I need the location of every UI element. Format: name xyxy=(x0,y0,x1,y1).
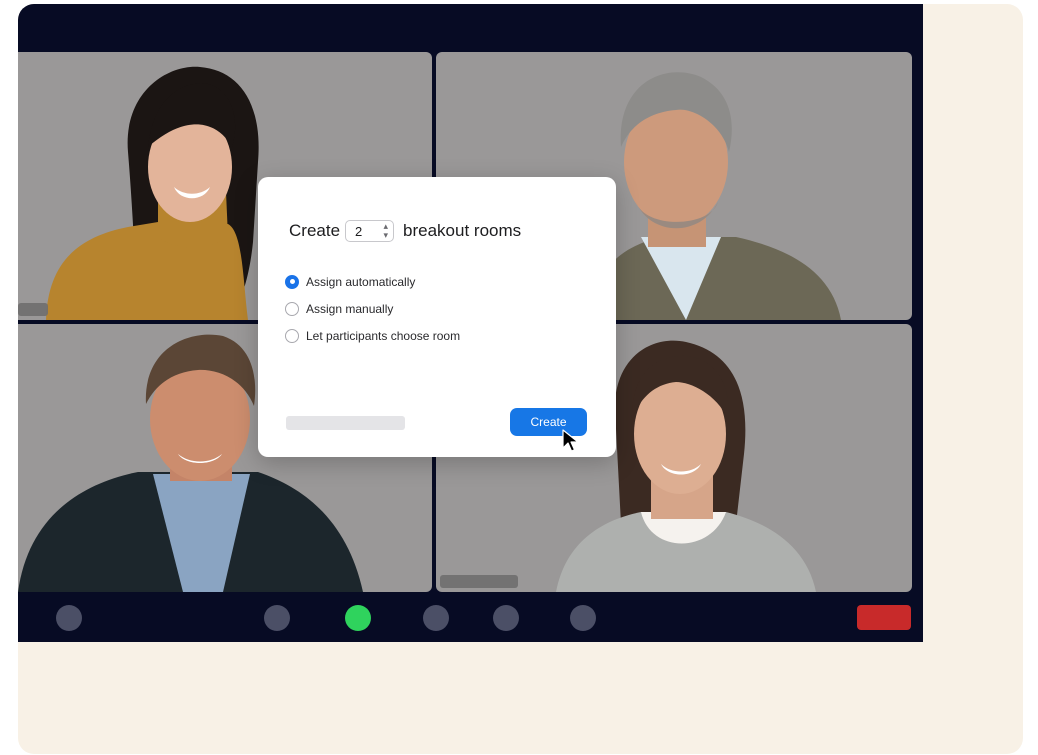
radio-selected-icon[interactable] xyxy=(285,274,299,289)
option-label: Let participants choose room xyxy=(306,328,461,343)
option-assign-manually[interactable]: Assign manually xyxy=(285,295,460,322)
room-count-stepper[interactable]: 2 ▴ ▾ xyxy=(345,220,395,242)
toolbar-control-button[interactable] xyxy=(493,605,519,631)
option-label: Assign manually xyxy=(306,301,394,316)
toolbar-control-button[interactable] xyxy=(264,605,290,631)
mouse-cursor-icon xyxy=(562,429,579,452)
toolbar-control-button[interactable] xyxy=(423,605,449,631)
breakout-rooms-dialog: Create 2 ▴ ▾ breakout rooms Assign automa… xyxy=(258,177,616,457)
option-label: Assign automatically xyxy=(306,274,416,289)
radio-icon[interactable] xyxy=(285,301,299,316)
toolbar-control-button[interactable] xyxy=(570,605,596,631)
participant-name-tag xyxy=(18,303,48,316)
toolbar-control-button[interactable] xyxy=(56,605,82,631)
video-call-window: Create 2 ▴ ▾ breakout rooms Assign automa… xyxy=(18,4,923,642)
assignment-options: Assign automatically Assign manually Let… xyxy=(285,268,460,349)
option-participants-choose[interactable]: Let participants choose room xyxy=(285,322,460,349)
participant-name-tag xyxy=(440,575,518,588)
end-meeting-button[interactable] xyxy=(857,605,911,630)
stepper-arrows-icon[interactable]: ▴ ▾ xyxy=(384,222,389,240)
room-count-value: 2 xyxy=(355,223,363,239)
meeting-toolbar xyxy=(18,594,923,642)
option-assign-automatically[interactable]: Assign automatically xyxy=(285,268,460,295)
dialog-title: Create 2 ▴ ▾ breakout rooms xyxy=(289,220,521,242)
title-suffix: breakout rooms xyxy=(403,221,522,240)
radio-icon[interactable] xyxy=(285,328,299,343)
title-prefix: Create xyxy=(289,221,341,240)
hero-card: Create 2 ▴ ▾ breakout rooms Assign automa… xyxy=(18,4,1023,754)
toolbar-active-button[interactable] xyxy=(345,605,371,631)
dialog-placeholder-bar xyxy=(286,416,405,430)
